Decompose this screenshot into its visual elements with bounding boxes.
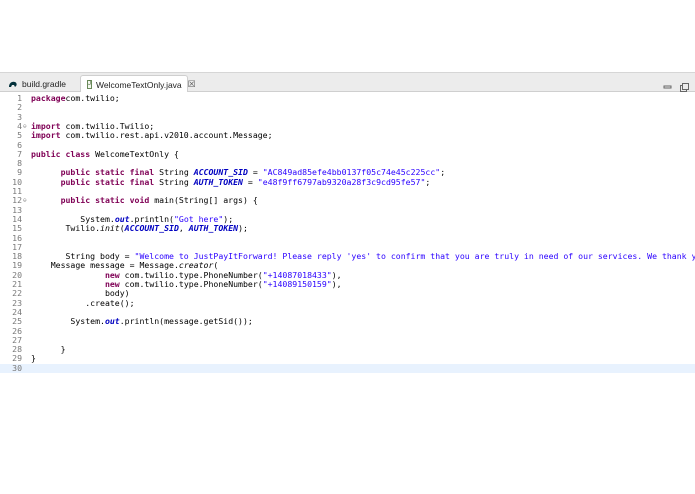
code-token: com.twilio; xyxy=(65,93,120,103)
code-token: package xyxy=(31,93,66,103)
line-number: 30 xyxy=(12,362,22,373)
code-line[interactable]: 15 Twilio.init(ACCOUNT_SID, AUTH_TOKEN); xyxy=(0,223,695,233)
code-text: public static final String AUTH_TOKEN = … xyxy=(31,176,431,187)
code-line[interactable]: 27 xyxy=(0,335,695,345)
code-text: import com.twilio.rest.api.v2010.account… xyxy=(31,131,273,140)
code-token: WelcomeTextOnly { xyxy=(90,148,179,159)
code-token: , xyxy=(178,223,189,234)
code-token: = xyxy=(242,176,258,187)
minimize-icon[interactable] xyxy=(663,77,672,89)
code-line[interactable]: 28 } xyxy=(0,344,695,355)
fold-toggle-icon[interactable]: ⊖ xyxy=(23,122,27,131)
code-token: public static final xyxy=(60,176,155,187)
code-line[interactable]: 1 packagecom.twilio; xyxy=(0,93,695,103)
code-token: .create(); xyxy=(31,297,135,308)
code-token: out xyxy=(104,316,120,327)
top-blank-area xyxy=(0,0,695,72)
code-token: String xyxy=(154,176,194,187)
code-token: "+14089150159" xyxy=(262,279,332,289)
java-file-icon: J xyxy=(87,80,92,89)
code-token: ACCOUNT_SID xyxy=(124,223,179,234)
code-token: import xyxy=(31,130,61,141)
code-text: Twilio.init(ACCOUNT_SID, AUTH_TOKEN); xyxy=(31,224,248,233)
code-token: ); xyxy=(238,223,248,234)
code-token: .println(message.getSid()); xyxy=(119,316,253,327)
editor-tab-bar: build.gradle J WelcomeTextOnly.java ☒ xyxy=(0,72,695,93)
code-token: com.twilio.type.PhoneNumber( xyxy=(119,279,263,289)
code-line[interactable]: 10 public static final String AUTH_TOKEN… xyxy=(0,176,695,187)
code-token: "Welcome to JustPayItForward! Please rep… xyxy=(134,251,695,262)
bottom-blank-area xyxy=(0,426,695,494)
code-token: ; xyxy=(425,176,431,187)
code-token: Twilio. xyxy=(31,223,101,234)
code-text: packagecom.twilio; xyxy=(31,93,120,103)
code-text: public class WelcomeTextOnly { xyxy=(31,148,179,159)
code-token: init xyxy=(100,223,120,234)
gradle-icon xyxy=(8,80,18,88)
tab-label: WelcomeTextOnly.java xyxy=(96,79,182,90)
tab-welcometextonly-java[interactable]: J WelcomeTextOnly.java ☒ xyxy=(80,75,196,93)
code-text: .create(); xyxy=(31,297,135,308)
code-token: main(String[] args) { xyxy=(149,195,258,206)
code-token: public class xyxy=(31,148,91,159)
view-controls xyxy=(663,77,689,92)
code-token: "e48f9ff6797ab9320a28f3c9cd95fe57" xyxy=(257,176,426,187)
code-line[interactable]: 5 import com.twilio.rest.api.v2010.accoun… xyxy=(0,130,695,140)
code-token: AUTH_TOKEN xyxy=(188,223,239,234)
code-token: } xyxy=(31,353,36,364)
code-token: ), xyxy=(331,279,342,289)
code-token: ; xyxy=(440,167,446,178)
fold-toggle-icon[interactable]: ⊖ xyxy=(23,196,27,205)
code-text: public static void main(String[] args) { xyxy=(31,196,258,205)
code-token: System. xyxy=(31,316,105,327)
code-line[interactable]: 16 xyxy=(0,233,695,243)
close-icon[interactable]: ☒ xyxy=(188,79,196,90)
code-token: } xyxy=(31,344,66,355)
code-line[interactable]: 30 xyxy=(0,362,695,373)
code-text: } xyxy=(31,354,36,363)
maximize-icon[interactable] xyxy=(680,77,689,92)
code-text: System.out.println(message.getSid()); xyxy=(31,316,253,327)
tab-build-gradle[interactable]: build.gradle xyxy=(2,75,74,93)
tab-label: build.gradle xyxy=(22,79,66,89)
code-token: public static void xyxy=(60,195,150,206)
code-text: } xyxy=(31,344,66,355)
code-line[interactable]: 29} xyxy=(0,354,695,364)
code-line[interactable]: 25 System.out.println(message.getSid()); xyxy=(0,316,695,327)
code-line[interactable]: 2 xyxy=(0,102,695,112)
code-line[interactable]: 23 .create(); xyxy=(0,297,695,308)
code-token: AUTH_TOKEN xyxy=(193,176,243,187)
code-line[interactable]: 7 public class WelcomeTextOnly { xyxy=(0,148,695,159)
code-editor[interactable]: 1 packagecom.twilio; 2 3 4 ⊖ import com.twilio… xyxy=(0,92,695,426)
code-line[interactable]: 12 ⊖ public static void main(String[] arg… xyxy=(0,195,695,205)
code-token: com.twilio.rest.api.v2010.account.Messag… xyxy=(60,130,273,141)
code-line[interactable]: 26 xyxy=(0,326,695,336)
